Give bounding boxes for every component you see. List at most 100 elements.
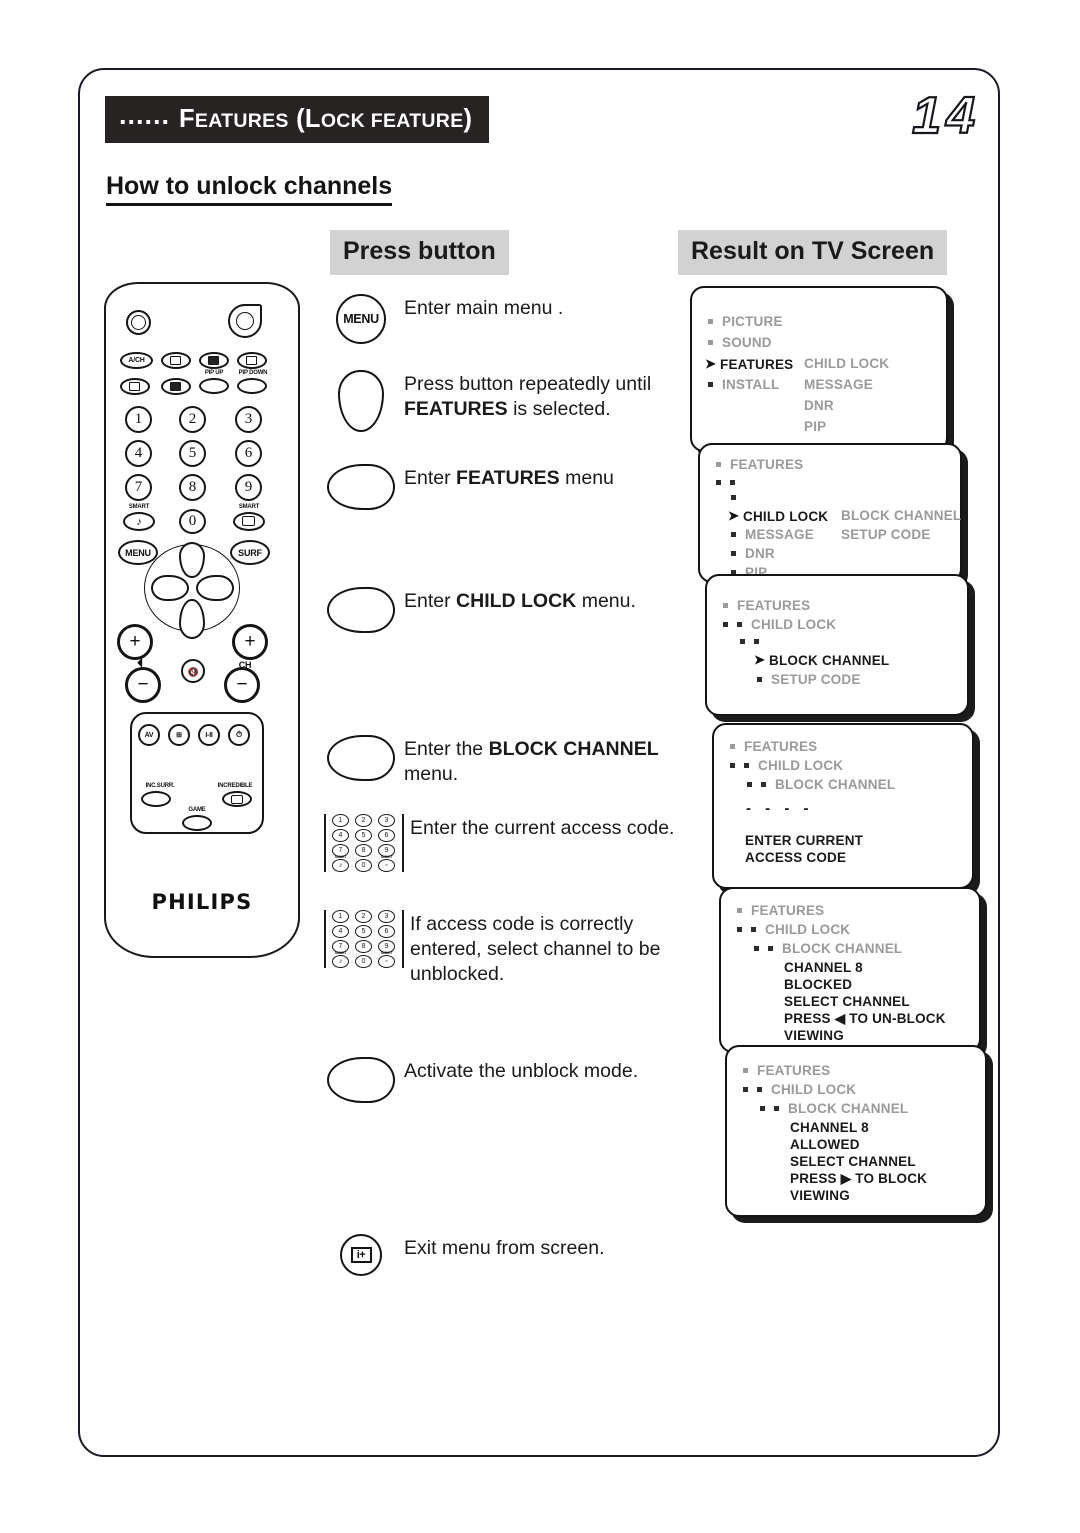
keypad-key-smart-picture[interactable]: SMART ▫ xyxy=(378,951,395,968)
instruction-icon-2[interactable] xyxy=(318,368,404,432)
keypad-key-4[interactable]: 4 xyxy=(332,829,349,842)
access-code-prompt-line-2: ACCESS CODE xyxy=(745,850,847,865)
instruction-icon-3[interactable] xyxy=(318,462,404,510)
menu-bullet xyxy=(774,1106,779,1111)
menu-bullet xyxy=(737,908,742,913)
remote-info-button: ⊞ xyxy=(168,724,190,746)
instruction-row-8: Activate the unblock mode. xyxy=(318,1055,698,1103)
remote-key-7: 7 xyxy=(125,474,152,501)
cursor-right-teardrop-icon[interactable] xyxy=(327,587,395,633)
keypad-key-3[interactable]: 3 xyxy=(378,814,395,827)
remote-smart-sound-button: ♪ xyxy=(123,512,155,531)
menu-item-block-channel: BLOCK CHANNEL xyxy=(754,941,902,956)
tv-screen-panel-channel-blocked: FEATURES CHILD LOCK BLOCK CHANNEL CHANNE… xyxy=(719,887,981,1053)
keypad-key-2[interactable]: 2 xyxy=(355,814,372,827)
keypad-key-0[interactable]: 0 xyxy=(355,859,372,872)
instruction-row-7: 1 2 3 4 5 6 7 8 9 SMART ♪ 0 SMART ▫ If acc… xyxy=(318,908,698,987)
menu-bullet xyxy=(731,532,736,537)
status-line-press: PRESS ◀ TO UN-BLOCK xyxy=(784,1011,946,1026)
menu-bullet xyxy=(754,639,759,644)
keypad-key-8[interactable]: 8 xyxy=(355,940,372,953)
remote-key-6: 6 xyxy=(235,440,262,467)
menu-bullet xyxy=(730,763,735,768)
remote-button-3-glyph xyxy=(208,356,219,365)
keypad-key-1[interactable]: 1 xyxy=(332,814,349,827)
keypad-key-8[interactable]: 8 xyxy=(355,844,372,857)
instruction-icon-5[interactable] xyxy=(318,733,404,781)
instruction-text-6: Enter the current access code. xyxy=(410,817,675,839)
instruction-row-1: MENU Enter main menu . xyxy=(318,292,698,344)
menu-button-icon[interactable]: MENU xyxy=(336,294,386,344)
keypad-key-smart-sound[interactable]: SMART ♪ xyxy=(332,951,349,968)
cursor-right-teardrop-icon[interactable] xyxy=(327,1057,395,1103)
game-label: GAME xyxy=(188,807,206,813)
keypad-key-3[interactable]: 3 xyxy=(378,910,395,923)
menu-bullet xyxy=(708,340,713,345)
smart-sound-label: SMART xyxy=(128,504,150,510)
remote-audio-button: I-II xyxy=(198,724,220,746)
instruction-icon-1[interactable]: MENU xyxy=(318,292,404,344)
instruction-icon-4[interactable] xyxy=(318,585,404,633)
menu-bullet xyxy=(747,782,752,787)
instruction-row-3: Enter FEATURES menu xyxy=(318,462,698,510)
keypad-grid: 1 2 3 4 5 6 7 8 9 SMART ♪ 0 SMART ▫ xyxy=(332,814,395,872)
menu-bullet xyxy=(751,927,756,932)
info-plus-button-icon[interactable]: i+ xyxy=(340,1234,382,1276)
status-line-select: SELECT CHANNEL xyxy=(784,994,910,1009)
menu-item-features: FEATURES xyxy=(730,739,817,754)
keypad-key-smart-sound[interactable]: SMART ♪ xyxy=(332,855,349,872)
remote-settings-button-inner xyxy=(131,315,146,330)
keypad-key-6[interactable]: 6 xyxy=(378,925,395,938)
instruction-text-2: Press button repeatedly until FEATURES i… xyxy=(404,373,652,420)
keypad-key-5[interactable]: 5 xyxy=(355,829,372,842)
menu-bullet xyxy=(768,946,773,951)
remote-button-5-glyph xyxy=(129,382,140,391)
volume-up-button: + xyxy=(117,624,153,660)
numeric-keypad-icon[interactable]: 1 2 3 4 5 6 7 8 9 SMART ♪ 0 SMART ▫ xyxy=(323,814,405,872)
menu-item-child-lock: CHILD LOCK xyxy=(743,1082,856,1097)
keypad-key-5[interactable]: 5 xyxy=(355,925,372,938)
menu-bullet xyxy=(730,744,735,749)
menu-item-child-lock: CHILD LOCK xyxy=(737,922,850,937)
menu-bullet xyxy=(737,622,742,627)
keypad-key-6[interactable]: 6 xyxy=(378,829,395,842)
menu-bullet xyxy=(740,639,745,644)
keypad-bar-left xyxy=(323,910,326,968)
nav-down-icon xyxy=(179,599,205,639)
instruction-icon-6[interactable]: 1 2 3 4 5 6 7 8 9 SMART ♪ 0 SMART ▫ xyxy=(318,812,410,872)
keypad-key-4[interactable]: 4 xyxy=(332,925,349,938)
keypad-key-1[interactable]: 1 xyxy=(332,910,349,923)
cursor-right-teardrop-icon[interactable] xyxy=(327,464,395,510)
menu-bullet-row xyxy=(731,490,745,505)
remote-button-2-glyph xyxy=(170,356,181,365)
subtitle: How to unlock channels xyxy=(106,172,393,206)
volume-label: ⏴ xyxy=(137,656,143,670)
page-number: 14 xyxy=(911,86,980,146)
selection-arrow-icon: ➤ xyxy=(705,356,717,371)
keypad-key-0[interactable]: 0 xyxy=(355,955,372,968)
instruction-icon-8[interactable] xyxy=(318,1055,404,1103)
menu-bullet xyxy=(760,1106,765,1111)
column-header-press-button: Press button xyxy=(330,230,509,275)
menu-item-block-channel: ➤ BLOCK CHANNEL xyxy=(754,652,890,668)
numeric-keypad-icon[interactable]: 1 2 3 4 5 6 7 8 9 SMART ♪ 0 SMART ▫ xyxy=(323,910,405,968)
keypad-bar-right xyxy=(402,814,405,872)
status-line-state: ALLOWED xyxy=(790,1137,860,1152)
pip-down-label: PIP DOWN xyxy=(238,370,268,376)
status-line-press: PRESS ▶ TO BLOCK xyxy=(790,1171,928,1186)
menu-bullet xyxy=(743,1068,748,1073)
keypad-key-smart-picture[interactable]: SMART ▫ xyxy=(378,855,395,872)
menu-item-features: FEATURES xyxy=(723,598,810,613)
remote-inc-surr-button xyxy=(141,791,171,807)
submenu-item-pip: PIP xyxy=(804,419,827,434)
access-code-placeholder: - - - - xyxy=(746,800,814,817)
instruction-text-5: Enter the BLOCK CHANNEL menu. xyxy=(404,738,659,785)
remote-key-1: 1 xyxy=(125,406,152,433)
instruction-icon-9[interactable]: i+ xyxy=(318,1232,404,1276)
cursor-down-teardrop-icon[interactable] xyxy=(338,370,384,432)
cursor-right-teardrop-icon[interactable] xyxy=(327,735,395,781)
instruction-icon-7[interactable]: 1 2 3 4 5 6 7 8 9 SMART ♪ 0 SMART ▫ xyxy=(318,908,410,968)
menu-item-child-lock: CHILD LOCK xyxy=(730,758,843,773)
menu-bullet xyxy=(757,1087,762,1092)
keypad-key-2[interactable]: 2 xyxy=(355,910,372,923)
